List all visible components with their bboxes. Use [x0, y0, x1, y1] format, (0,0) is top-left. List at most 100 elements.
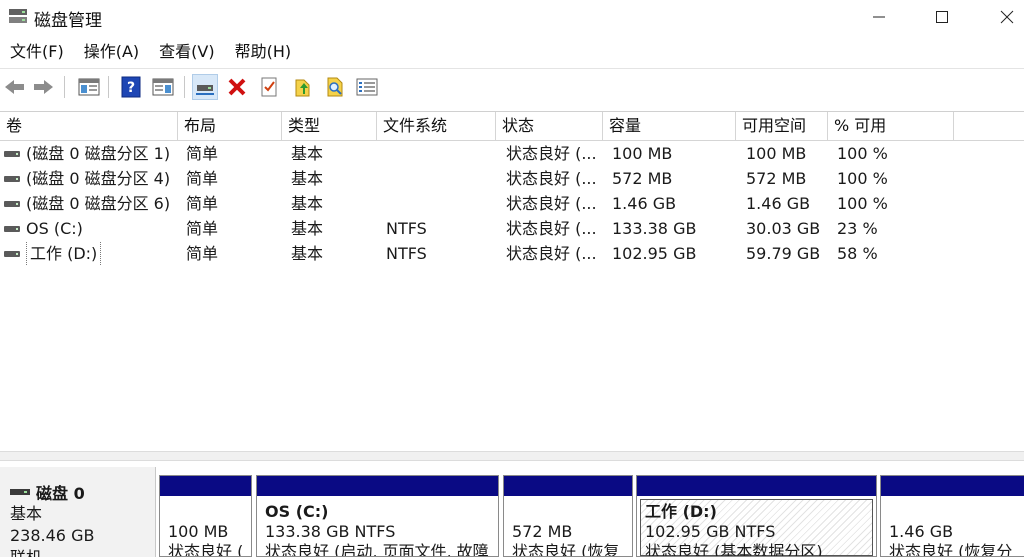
volume-list: 卷 布局 类型 文件系统 状态 容量 可用空间 % 可用 (磁盘 0 磁盘分区 … [0, 111, 1024, 451]
volume-icon [4, 225, 20, 232]
toolbar-separator [64, 76, 65, 98]
partition-6[interactable]: 1.46 GB 状态良好 (恢复分 [880, 475, 1024, 557]
volume-name: (磁盘 0 磁盘分区 4) [26, 169, 171, 188]
partition-status: 状态良好 (恢复分 [889, 542, 1013, 557]
back-icon [5, 80, 24, 94]
volume-name: (磁盘 0 磁盘分区 1) [26, 144, 171, 163]
forward-icon [34, 80, 53, 94]
status-cell: 状态良好 (... [506, 219, 597, 238]
type-cell: 基本 [291, 194, 324, 213]
column-header-percent-free[interactable]: % 可用 [828, 112, 954, 140]
disk-icon [10, 489, 30, 495]
disk-size: 238.46 GB [10, 526, 95, 545]
properties-button[interactable] [256, 74, 282, 100]
toolbar: ? [0, 68, 1024, 104]
partition-bar [881, 476, 1024, 496]
partition-size: 1.46 GB [889, 522, 954, 541]
free-space-cell: 59.79 GB [746, 244, 821, 263]
status-cell: 状态良好 (... [506, 244, 597, 263]
table-row[interactable]: 工作 (D:) 简单 基本 NTFS 状态良好 (... 102.95 GB 5… [0, 241, 1024, 266]
refresh-icon [295, 79, 310, 97]
search-icon [327, 77, 343, 97]
disk-type: 基本 [10, 504, 43, 523]
show-hide-tree-icon [78, 78, 100, 96]
volume-cell: OS (C:) [0, 216, 178, 241]
show-hide-action-pane-button[interactable] [150, 74, 176, 100]
partition-bar [504, 476, 632, 496]
delete-button[interactable] [224, 74, 250, 100]
forward-button[interactable] [30, 74, 56, 100]
partition-name: 工作 (D:) [645, 502, 717, 521]
volume-cell: (磁盘 0 磁盘分区 4) [0, 166, 178, 191]
volume-cell: (磁盘 0 磁盘分区 6) [0, 191, 178, 216]
connect-disk-icon [196, 85, 214, 95]
type-cell: 基本 [291, 244, 324, 263]
layout-cell: 简单 [186, 194, 219, 213]
svg-text:?: ? [127, 80, 135, 96]
volume-cell: 工作 (D:) [0, 241, 178, 266]
pane-splitter[interactable] [0, 451, 1024, 461]
column-header-volume[interactable]: 卷 [0, 112, 178, 140]
toolbar-separator [184, 76, 185, 98]
volume-icon [4, 150, 20, 157]
menu-file[interactable]: 文件(F) [0, 37, 74, 67]
partition-size: 102.95 GB NTFS [645, 522, 776, 541]
menu-help[interactable]: 帮助(H) [225, 37, 302, 67]
partition-work-d[interactable]: 工作 (D:) 102.95 GB NTFS 状态良好 (基本数据分区) [636, 475, 877, 557]
help-icon: ? [121, 76, 141, 98]
layout-cell: 简单 [186, 219, 219, 238]
list-view-button[interactable] [354, 74, 380, 100]
partition-1[interactable]: 100 MB 状态良好 ( [159, 475, 252, 557]
layout-cell: 简单 [186, 244, 219, 263]
partition-bar [160, 476, 251, 496]
status-cell: 状态良好 (... [506, 144, 597, 163]
connect-disk-button[interactable] [192, 74, 218, 100]
partition-4[interactable]: 572 MB 状态良好 (恢复 [503, 475, 633, 557]
volume-icon [4, 250, 20, 257]
type-cell: 基本 [291, 144, 324, 163]
free-space-cell: 572 MB [746, 169, 807, 188]
table-header: 卷 布局 类型 文件系统 状态 容量 可用空间 % 可用 [0, 112, 1024, 141]
percent-free-cell: 100 % [837, 144, 888, 163]
volume-name: 工作 (D:) [26, 241, 102, 266]
help-button[interactable]: ? [118, 74, 144, 100]
minimize-button[interactable] [856, 0, 902, 34]
maximize-icon [936, 11, 948, 23]
volume-cell: (磁盘 0 磁盘分区 1) [0, 141, 178, 166]
close-button[interactable] [984, 0, 1024, 34]
column-header-capacity[interactable]: 容量 [603, 112, 736, 140]
capacity-cell: 100 MB [612, 144, 673, 163]
layout-cell: 简单 [186, 144, 219, 163]
column-header-file-system[interactable]: 文件系统 [377, 112, 496, 140]
menu-action[interactable]: 操作(A) [74, 37, 149, 67]
partition-size: 572 MB [512, 522, 573, 541]
column-header-free-space[interactable]: 可用空间 [736, 112, 828, 140]
column-header-type[interactable]: 类型 [282, 112, 377, 140]
window-title: 磁盘管理 [34, 11, 102, 31]
partition-bar [637, 476, 876, 496]
maximize-button[interactable] [919, 0, 965, 34]
percent-free-cell: 100 % [837, 169, 888, 188]
capacity-cell: 102.95 GB [612, 244, 697, 263]
capacity-cell: 572 MB [612, 169, 673, 188]
show-hide-action-pane-icon [152, 78, 174, 96]
table-row[interactable]: OS (C:) 简单 基本 NTFS 状态良好 (... 133.38 GB 3… [0, 216, 1024, 241]
partition-status: 状态良好 ( [168, 542, 244, 557]
type-cell: 基本 [291, 219, 324, 238]
table-row[interactable]: (磁盘 0 磁盘分区 4) 简单 基本 状态良好 (... 572 MB 572… [0, 166, 1024, 191]
table-row[interactable]: (磁盘 0 磁盘分区 6) 简单 基本 状态良好 (... 1.46 GB 1.… [0, 191, 1024, 216]
column-header-status[interactable]: 状态 [496, 112, 603, 140]
partition-os-c[interactable]: OS (C:) 133.38 GB NTFS 状态良好 (启动, 页面文件, 故… [256, 475, 499, 557]
table-row[interactable]: (磁盘 0 磁盘分区 1) 简单 基本 状态良好 (... 100 MB 100… [0, 141, 1024, 166]
search-button[interactable] [322, 74, 348, 100]
show-hide-tree-button[interactable] [76, 74, 102, 100]
column-header-layout[interactable]: 布局 [178, 112, 282, 140]
file-system-cell: NTFS [386, 219, 427, 238]
capacity-cell: 1.46 GB [612, 194, 677, 213]
disk-0-label[interactable]: 磁盘 0 基本 238.46 GB 联机 [0, 467, 156, 557]
menu-view[interactable]: 查看(V) [149, 37, 224, 67]
refresh-button[interactable] [290, 74, 316, 100]
title-bar: 磁盘管理 [0, 0, 1024, 34]
back-button[interactable] [2, 74, 28, 100]
list-view-icon [356, 78, 378, 96]
